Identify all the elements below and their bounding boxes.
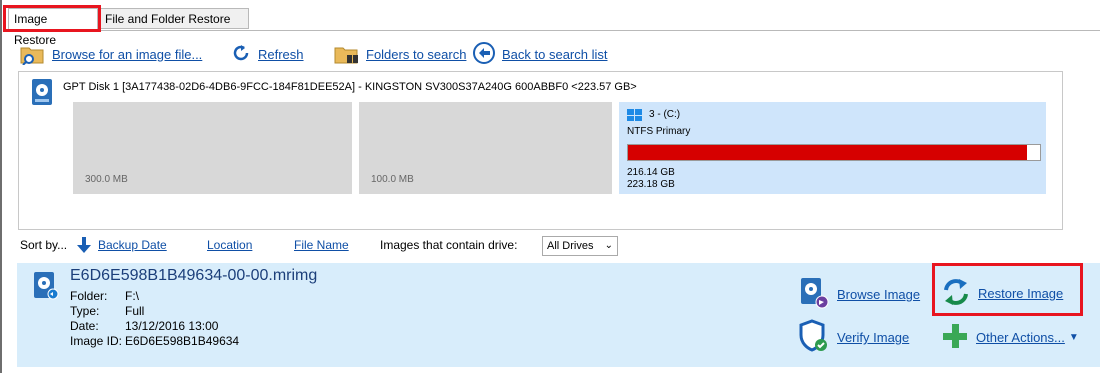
verify-shield-icon	[799, 319, 829, 356]
refresh-button[interactable]: Refresh	[230, 40, 304, 68]
other-actions-label: Other Actions...	[976, 330, 1065, 345]
tab-strip: Image Restore File and Folder Restore	[8, 8, 1100, 47]
image-type-row: Type: Full	[70, 304, 144, 318]
tab-file-and-folder-restore[interactable]: File and Folder Restore	[99, 8, 249, 29]
folder-key: Folder:	[70, 289, 108, 303]
image-id-row: Image ID: E6D6E598B1B49634	[70, 334, 239, 348]
partition-1[interactable]: 300.0 MB	[73, 102, 352, 194]
restore-image-button[interactable]: Restore Image	[942, 277, 1063, 310]
image-date-row: Date: 13/12/2016 13:00	[70, 319, 218, 333]
date-key: Date:	[70, 319, 99, 333]
folder-binoculars-icon	[334, 43, 360, 65]
sort-file-name-link[interactable]: File Name	[294, 238, 349, 252]
partition-usage-bar	[627, 144, 1041, 161]
partition-2[interactable]: 100.0 MB	[359, 102, 612, 194]
browse-image-file-button[interactable]: Browse for an image file...	[20, 40, 202, 68]
browse-image-button[interactable]: Browse Image	[799, 277, 920, 312]
sort-by-label: Sort by...	[20, 238, 68, 252]
browse-image-icon	[799, 277, 829, 312]
image-filename: E6D6E598B1B49634-00-00.mrimg	[70, 267, 318, 284]
partition-size: 300.0 MB	[85, 174, 128, 185]
verify-image-label: Verify Image	[837, 330, 910, 345]
chevron-down-icon: ⌄	[604, 240, 613, 251]
sort-backup-date-link[interactable]: Backup Date	[98, 238, 167, 252]
drive-filter-select[interactable]: All Drives ⌄	[542, 236, 618, 256]
restore-icon	[942, 277, 970, 310]
plus-icon	[942, 323, 968, 352]
partition-name: 3 - (C:)	[649, 109, 681, 120]
refresh-label: Refresh	[258, 46, 304, 62]
other-actions-button[interactable]: Other Actions... ▼	[942, 323, 1079, 352]
folder-search-icon	[20, 43, 46, 66]
back-to-search-list-label: Back to search list	[502, 46, 608, 62]
sort-bar: Sort by... Backup Date Location File Nam…	[20, 236, 1100, 256]
drive-filter-label: Images that contain drive:	[380, 238, 518, 252]
refresh-icon	[230, 42, 252, 67]
partition-size: 100.0 MB	[371, 174, 414, 185]
drive-filter-value: All Drives	[547, 240, 594, 252]
disk-panel: GPT Disk 1 [3A177438-02D6-4DB6-9FCC-184F…	[18, 71, 1063, 230]
back-to-search-list-button[interactable]: Back to search list	[472, 40, 608, 68]
folder-value: F:\	[125, 289, 139, 303]
image-list-item[interactable]: E6D6E598B1B49634-00-00.mrimg Folder: F:\ …	[17, 263, 1100, 367]
browse-image-file-label: Browse for an image file...	[52, 46, 203, 62]
type-key: Type:	[70, 304, 100, 318]
folders-to-search-label: Folders to search	[366, 46, 467, 62]
image-id-value: E6D6E598B1B49634	[125, 334, 240, 348]
partition-total-size: 223.18 GB	[627, 179, 675, 190]
browse-image-label: Browse Image	[837, 287, 921, 302]
restore-image-label: Restore Image	[978, 286, 1064, 301]
window-left-border	[0, 0, 2, 373]
partition-c[interactable]: 3 - (C:) NTFS Primary 216.14 GB 223.18 G…	[619, 102, 1046, 194]
disk-icon	[31, 78, 53, 106]
verify-image-button[interactable]: Verify Image	[799, 319, 909, 356]
caret-down-icon: ▼	[1068, 332, 1079, 343]
partition-type: NTFS Primary	[627, 126, 691, 137]
folders-to-search-button[interactable]: Folders to search	[334, 40, 466, 68]
disk-image-icon	[33, 271, 59, 301]
partition-used-size: 216.14 GB	[627, 167, 675, 178]
sort-down-arrow-icon[interactable]	[77, 236, 91, 257]
image-id-key: Image ID:	[70, 334, 123, 348]
image-folder-row: Folder: F:\	[70, 289, 139, 303]
back-arrow-icon	[472, 41, 496, 68]
sort-location-link[interactable]: Location	[207, 238, 252, 252]
type-value: Full	[125, 304, 145, 318]
windows-logo-icon	[627, 109, 643, 121]
partition-usage-fill	[628, 145, 1027, 160]
disk-title: GPT Disk 1 [3A177438-02D6-4DB6-9FCC-184F…	[63, 81, 637, 93]
date-value: 13/12/2016 13:00	[125, 319, 219, 333]
tab-image-restore[interactable]: Image Restore	[8, 8, 98, 47]
